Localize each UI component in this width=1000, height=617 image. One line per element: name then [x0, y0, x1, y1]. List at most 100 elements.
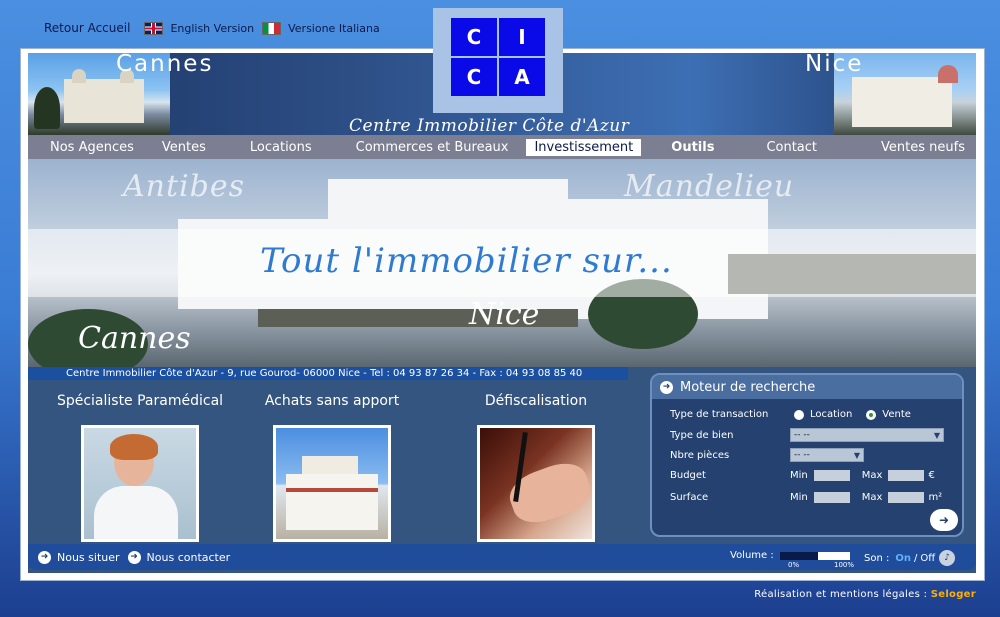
radio-location[interactable] — [794, 409, 804, 420]
feature-achats-sans-apport[interactable]: Achats sans apport — [242, 393, 422, 542]
home-link[interactable]: Retour Accueil — [44, 21, 130, 35]
pieces-label: Nbre pièces — [670, 449, 730, 461]
chevron-down-icon: ▼ — [933, 430, 940, 440]
arrow-right-icon: ➜ — [38, 550, 51, 564]
nous-contacter-link[interactable]: ➜ Nous contacter — [126, 550, 231, 564]
feature-defiscalisation[interactable]: Défiscalisation — [446, 393, 626, 542]
nav-ventes-neufs[interactable]: Ventes neufs — [875, 140, 971, 155]
nav-locations[interactable]: Locations — [244, 140, 318, 155]
white-coat — [94, 486, 178, 539]
credits: Réalisation et mentions légales : Seloge… — [754, 589, 976, 600]
page-inner: Cannes Nice Centre Immobilier Côte d'Azu… — [28, 53, 976, 573]
volume-max-tick: 100% — [834, 561, 855, 569]
nurse-photo[interactable] — [81, 425, 199, 542]
villa-photo[interactable] — [273, 425, 391, 542]
search-title: Moteur de recherche — [680, 379, 816, 395]
carlton-building — [64, 69, 144, 123]
address-bar: Centre Immobilier Côte d'Azur - 9, rue G… — [28, 367, 628, 380]
banner-tagline: Tout l'immobilier sur... — [260, 241, 673, 281]
speaker-icon[interactable]: ♪ — [939, 550, 956, 566]
hair — [110, 434, 158, 460]
banner-mandelieu: Mandelieu — [624, 169, 795, 204]
surface-max-label: Max — [861, 492, 883, 503]
nav-investissement[interactable]: Investissement — [526, 138, 642, 156]
pieces-value: -- -- — [794, 450, 810, 460]
logo-letter: I — [499, 18, 545, 56]
english-version-link[interactable]: English Version — [170, 22, 254, 35]
pieces-row: Nbre pièces -- -- ▼ — [670, 448, 864, 462]
volume-min-tick: 0% — [788, 561, 800, 569]
unit-label: m² — [928, 492, 943, 503]
nav-commerces-bureaux[interactable]: Commerces et Bureaux — [350, 140, 515, 155]
radio-vente[interactable] — [866, 409, 877, 420]
nous-situer-label: Nous situer — [57, 550, 120, 564]
banner-nice: Nice — [469, 297, 540, 332]
logo-letter: C — [451, 18, 497, 56]
budget-min-input[interactable] — [813, 470, 850, 481]
search-submit-button[interactable]: ➜ — [930, 509, 958, 531]
type-bien-row: Type de bien -- -- ▼ — [670, 428, 944, 442]
budget-max-label: Max — [861, 470, 883, 481]
arrow-right-icon: ➜ — [127, 550, 141, 564]
transaction-row: Type de transaction Location Vente — [670, 409, 911, 420]
logo-letter: A — [499, 58, 545, 96]
arrow-right-icon: ➜ — [660, 380, 673, 394]
type-bien-select[interactable]: -- -- ▼ — [790, 428, 944, 442]
italian-version-link[interactable]: Versione Italiana — [288, 22, 380, 35]
son-on-button[interactable]: On — [895, 553, 911, 564]
currency-label: € — [928, 470, 935, 481]
type-bien-value: -- -- — [794, 430, 810, 440]
search-panel: ➜ Moteur de recherche Type de transactio… — [650, 373, 964, 537]
budget-row: Budget Min Max € — [670, 470, 935, 481]
seloger-link[interactable]: Seloger — [931, 589, 976, 600]
banner-antibes: Antibes — [123, 169, 245, 204]
budget-min-label: Min — [790, 470, 808, 481]
volume-fill — [779, 551, 819, 560]
nous-situer-link[interactable]: ➜ Nous situer — [28, 550, 120, 564]
search-header: ➜ Moteur de recherche — [652, 375, 962, 399]
brand-name: Centre Immobilier Côte d'Azur — [349, 116, 630, 135]
volume-slider[interactable] — [779, 551, 850, 560]
type-bien-label: Type de bien — [670, 429, 734, 441]
header-city-nice: Nice — [805, 53, 864, 77]
son-label: Son : — [864, 552, 890, 564]
nav-contact[interactable]: Contact — [760, 140, 823, 155]
surface-max-input[interactable] — [888, 492, 925, 503]
negresco-building — [852, 77, 952, 127]
credits-text: Réalisation et mentions légales : — [754, 589, 928, 600]
logo-letter: C — [451, 58, 497, 96]
banner-cannes: Cannes — [78, 321, 191, 356]
son-separator: / — [913, 552, 918, 564]
surface-min-label: Min — [790, 492, 808, 503]
budget-label: Budget — [670, 470, 706, 481]
palm-tree — [34, 87, 60, 129]
volume-label: Volume : — [730, 550, 774, 561]
nav-outils[interactable]: Outils — [665, 140, 720, 155]
surface-min-input[interactable] — [813, 492, 850, 503]
pieces-select[interactable]: -- -- ▼ — [790, 448, 864, 462]
italy-flag-icon[interactable] — [262, 21, 282, 35]
budget-max-input[interactable] — [888, 470, 925, 481]
main-nav: Nos Agences Ventes Locations Commerces e… — [28, 135, 976, 159]
feature-paramedical[interactable]: Spécialiste Paramédical — [50, 393, 230, 542]
feature-title[interactable]: Spécialiste Paramédical — [50, 393, 230, 415]
radio-vente-label: Vente — [882, 409, 911, 420]
villa-body — [286, 474, 378, 530]
nav-ventes[interactable]: Ventes — [156, 140, 212, 155]
sound-toggle: Son : On / Off ♪ — [864, 550, 956, 566]
transaction-label: Type de transaction — [670, 409, 769, 420]
surface-label: Surface — [670, 492, 709, 503]
feature-title[interactable]: Défiscalisation — [446, 393, 626, 415]
nous-contacter-label: Nous contacter — [146, 550, 231, 564]
nav-nos-agences[interactable]: Nos Agences — [44, 140, 140, 155]
villa-awning — [286, 488, 378, 492]
top-links: Retour Accueil English Version Versione … — [44, 19, 388, 37]
chevron-down-icon: ▼ — [853, 450, 860, 460]
surface-row: Surface Min Max m² — [670, 492, 942, 503]
son-off-button[interactable]: Off — [920, 553, 935, 564]
page-frame: Cannes Nice Centre Immobilier Côte d'Azu… — [20, 48, 985, 581]
signing-photo[interactable] — [477, 425, 595, 542]
uk-flag-icon[interactable] — [144, 21, 164, 35]
feature-title[interactable]: Achats sans apport — [242, 393, 422, 415]
cica-logo[interactable]: C I C A — [433, 8, 563, 113]
